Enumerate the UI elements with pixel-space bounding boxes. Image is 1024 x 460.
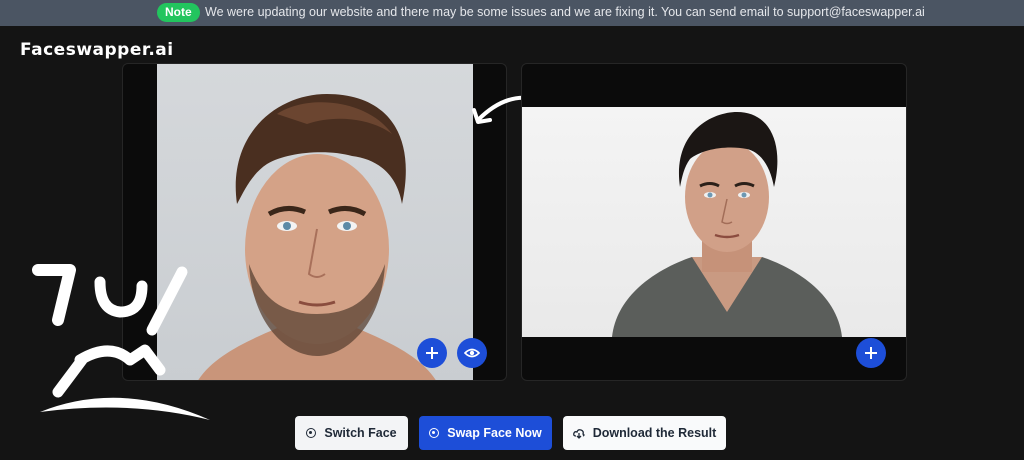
source-photo-panel xyxy=(521,63,907,381)
mascot-watermark-icon xyxy=(32,264,210,420)
note-badge: Note xyxy=(157,3,200,22)
banner-message: We were updating our website and there m… xyxy=(205,5,925,19)
swap-face-label: Swap Face Now xyxy=(447,426,542,440)
site-logo[interactable]: Faceswapper.ai xyxy=(20,40,174,60)
add-source-photo-button[interactable] xyxy=(856,338,886,368)
cloud-download-icon xyxy=(572,429,585,439)
switch-face-label: Switch Face xyxy=(324,426,397,440)
eye-icon xyxy=(464,348,480,358)
switch-icon xyxy=(306,428,317,438)
download-result-button[interactable]: Download the Result xyxy=(563,416,726,450)
add-target-photo-button[interactable] xyxy=(417,338,447,368)
switch-face-button[interactable]: Switch Face xyxy=(295,416,408,450)
source-photo xyxy=(522,107,906,337)
logo-text: Faceswapper.ai xyxy=(20,40,174,60)
swap-face-button[interactable]: Swap Face Now xyxy=(419,416,552,450)
swap-icon xyxy=(429,428,440,438)
plus-icon xyxy=(865,347,877,359)
download-result-label: Download the Result xyxy=(592,426,717,440)
announcement-banner: Note We were updating our website and th… xyxy=(0,0,1024,26)
plus-icon xyxy=(426,347,438,359)
preview-photo-button[interactable] xyxy=(457,338,487,368)
